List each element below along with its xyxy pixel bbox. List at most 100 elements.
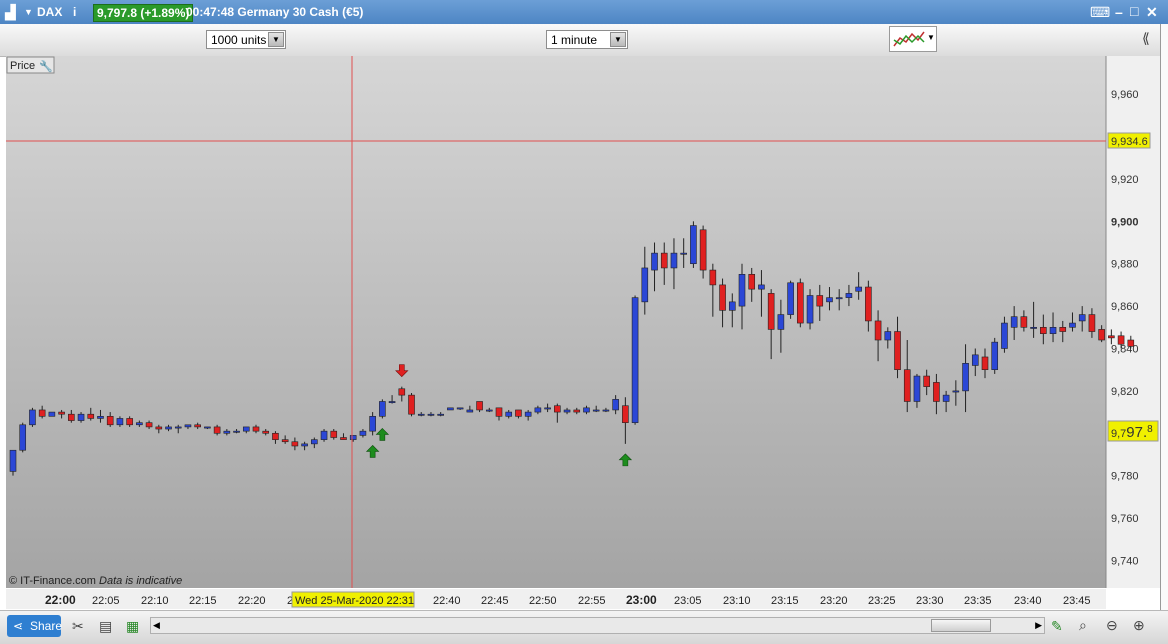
scroll-left-icon[interactable]: ◀ bbox=[153, 618, 160, 633]
x-axis-ticks: 22:0022:0522:1022:1522:202222:4022:4522:… bbox=[45, 593, 1091, 607]
candle-body bbox=[106, 416, 114, 426]
candle-body bbox=[87, 413, 95, 419]
candle-body bbox=[777, 314, 785, 330]
notes-icon[interactable]: ▤ bbox=[99, 617, 112, 635]
keyboard-icon[interactable]: ⌨ bbox=[1090, 3, 1110, 21]
candle-body bbox=[1001, 322, 1008, 349]
candle-body bbox=[38, 409, 46, 417]
scrollbar-thumb[interactable] bbox=[931, 619, 991, 632]
x-tick-label: 23:45 bbox=[1063, 595, 1091, 607]
candle-body bbox=[797, 282, 804, 324]
candle-body bbox=[456, 407, 464, 410]
chart-indicators-icon bbox=[893, 31, 925, 47]
x-tick-label: 23:00 bbox=[626, 593, 657, 607]
price-label-button[interactable]: Price 🔧 bbox=[6, 56, 55, 74]
zoom-fit-icon[interactable]: ⌕ bbox=[1079, 616, 1087, 634]
close-icon[interactable]: ✕ bbox=[1146, 3, 1158, 21]
scroll-right-icon[interactable]: ▶ bbox=[1035, 618, 1042, 633]
x-axis: 22:0022:0522:1022:1522:202222:4022:4522:… bbox=[6, 589, 1106, 609]
candle-body bbox=[155, 426, 163, 430]
x-tick-label: 22:45 bbox=[481, 595, 509, 607]
candle-body bbox=[204, 426, 211, 429]
x-tick-label: 23:25 bbox=[868, 595, 896, 607]
candle-body bbox=[1040, 326, 1047, 334]
candle-body bbox=[301, 443, 308, 447]
zoom-in-icon[interactable]: ⊕ bbox=[1133, 616, 1145, 634]
candle-body bbox=[670, 252, 678, 269]
horizontal-scrollbar[interactable]: ◀ ▶ bbox=[150, 617, 1045, 634]
candle-body bbox=[126, 418, 133, 426]
candle-body bbox=[738, 274, 746, 307]
candle-body bbox=[359, 430, 367, 436]
candle-body bbox=[29, 409, 36, 426]
x-tick-label: 23:35 bbox=[964, 595, 992, 607]
zoom-out-icon[interactable]: ⊖ bbox=[1106, 616, 1118, 634]
x-tick-label: 23:10 bbox=[723, 595, 751, 607]
crosshair-time-label: Wed 25-Mar-2020 22:31 bbox=[295, 595, 414, 607]
bottom-toolbar: ⋖ Share ✂ ▤ ▦ ◀ ▶ ✎ ⌕ ⊖ ⊕ bbox=[0, 610, 1168, 644]
candle-body bbox=[874, 320, 882, 341]
candle-body bbox=[223, 430, 231, 434]
current-price-main: 97. bbox=[1126, 424, 1147, 441]
y-tick-label: 9,920 bbox=[1111, 174, 1139, 186]
info-icon[interactable]: i bbox=[73, 3, 76, 21]
copyright: © IT-Finance.com bbox=[9, 575, 96, 587]
price-chart[interactable]: 9,9609,9409,9209,9009,8809,8609,8409,820… bbox=[0, 56, 1160, 588]
candle-body bbox=[748, 274, 756, 290]
chevron-down-icon[interactable]: ▼ bbox=[268, 32, 284, 47]
candle-body bbox=[573, 409, 581, 413]
x-tick-label: 23:20 bbox=[820, 595, 848, 607]
indicators-button[interactable]: ▼ bbox=[889, 26, 937, 52]
chevron-down-icon[interactable]: ▼ bbox=[927, 33, 935, 42]
candle-body bbox=[495, 407, 503, 417]
candle-body bbox=[622, 405, 629, 423]
candle-body bbox=[330, 430, 338, 438]
candle-body bbox=[349, 435, 357, 440]
dropdown-icon[interactable]: ▼ bbox=[24, 3, 33, 21]
candle-body bbox=[719, 284, 726, 311]
wrench-icon[interactable]: 🔧 bbox=[39, 59, 53, 73]
candle-body bbox=[651, 252, 658, 271]
candle-body bbox=[787, 282, 794, 315]
candle-body bbox=[1078, 314, 1086, 322]
candle-body bbox=[320, 430, 328, 440]
candle-body bbox=[1117, 335, 1125, 345]
candle-body bbox=[311, 439, 318, 445]
candle-body bbox=[641, 267, 649, 303]
interval-select[interactable]: 1 minute ▼ bbox=[546, 30, 628, 49]
tools-icon[interactable]: ✂ bbox=[72, 617, 84, 635]
x-tick-label: 22:05 bbox=[92, 595, 120, 607]
maximize-icon[interactable]: □ bbox=[1130, 2, 1138, 20]
units-select[interactable]: 1000 units ▼ bbox=[206, 30, 286, 49]
candle-body bbox=[554, 405, 561, 413]
candle-body bbox=[427, 413, 435, 416]
share-icon: ⋖ bbox=[13, 619, 24, 633]
grid-icon[interactable]: ▦ bbox=[126, 617, 139, 635]
candle-body bbox=[184, 424, 192, 428]
units-select-value: 1000 units bbox=[211, 33, 267, 47]
interval-select-value: 1 minute bbox=[551, 33, 598, 47]
chevron-down-icon[interactable]: ▼ bbox=[610, 32, 626, 47]
candle-body bbox=[485, 409, 493, 412]
drawing-icon[interactable]: ✎ bbox=[1051, 617, 1063, 635]
candle-body bbox=[194, 424, 201, 428]
share-label: Share bbox=[30, 619, 63, 633]
candle-body bbox=[933, 382, 940, 402]
candle-body bbox=[981, 356, 989, 370]
instrument-name: DAX bbox=[37, 5, 63, 19]
minimize-icon[interactable]: – bbox=[1115, 3, 1123, 21]
share-button[interactable]: ⋖ Share bbox=[7, 615, 63, 637]
candle-body bbox=[1049, 326, 1057, 334]
current-price-prefix: 9,7 bbox=[1111, 428, 1126, 440]
x-tick-label: 23:05 bbox=[674, 595, 702, 607]
x-tick-label: 22:15 bbox=[189, 595, 217, 607]
candle-body bbox=[505, 411, 513, 417]
candle-body bbox=[9, 449, 17, 472]
side-panel-toggle-icon[interactable]: ⟪ bbox=[1142, 29, 1150, 47]
candle-body bbox=[58, 411, 65, 415]
candle-body bbox=[262, 430, 270, 434]
x-tick-label: 23:15 bbox=[771, 595, 799, 607]
candle-body bbox=[136, 422, 143, 426]
y-tick-label: 9,840 bbox=[1111, 343, 1139, 355]
chart-logo-icon[interactable]: ▟ bbox=[5, 3, 16, 21]
